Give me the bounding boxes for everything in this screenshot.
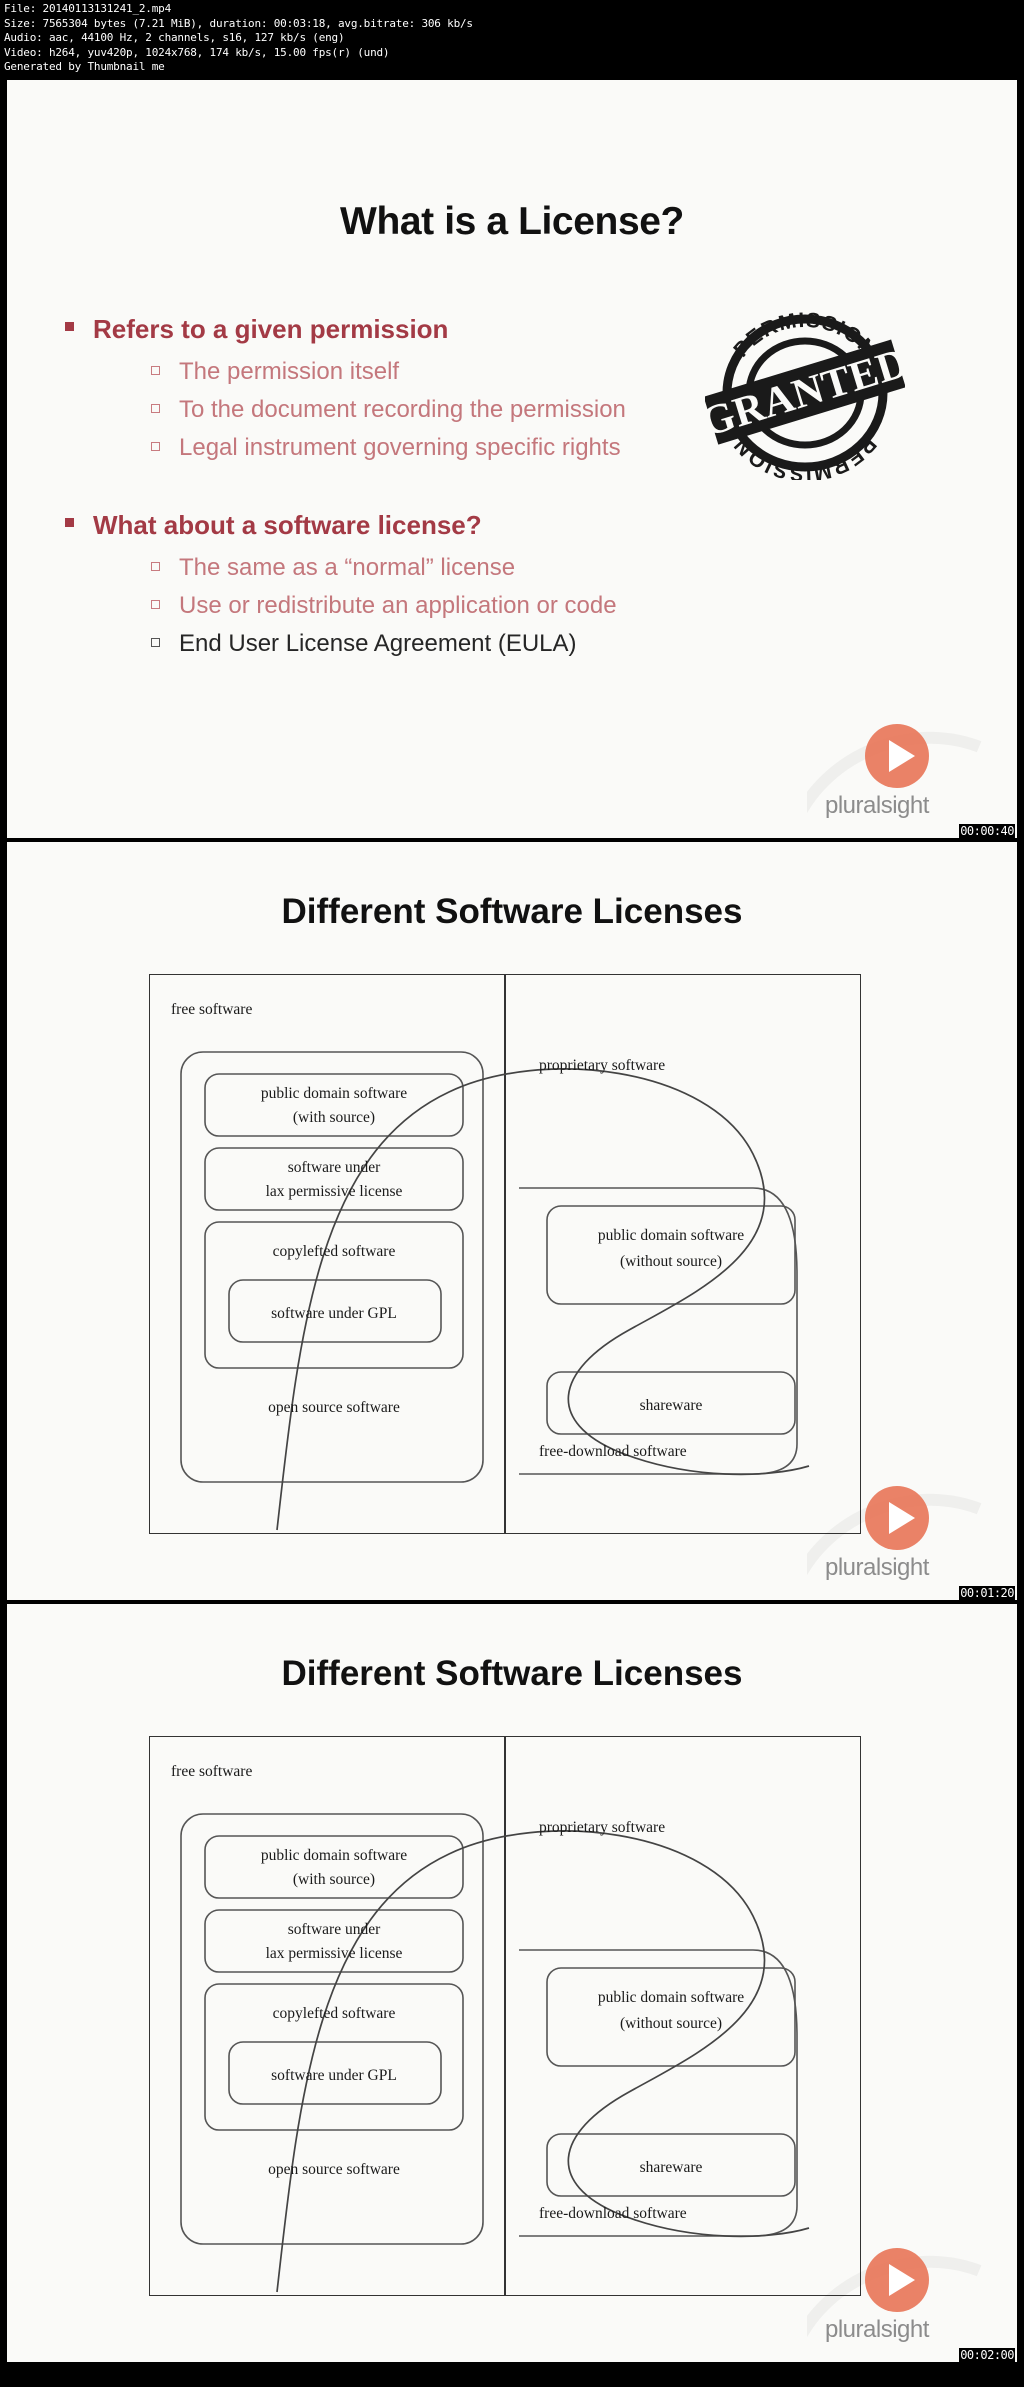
label-public-domain-with-source-line2: (with source) — [293, 1109, 375, 1126]
play-triangle-icon — [889, 1502, 915, 1534]
info-line-generator: Generated by Thumbnail me — [4, 60, 165, 74]
label-public-domain-with-source-line1: public domain software — [261, 1085, 407, 1102]
pluralsight-wordmark: pluralsight — [825, 2316, 929, 2343]
label-public-domain-without-source-line2: (without source) — [620, 1253, 722, 1270]
label-open-source-software: open source software — [268, 2161, 400, 2178]
label-software-under-gpl: software under GPL — [271, 1305, 397, 1322]
play-button-circle-icon — [865, 1486, 929, 1550]
svg-text:PERMISSION: PERMISSION — [729, 432, 880, 480]
sub-bullet-text: Legal instrument governing specific righ… — [179, 434, 621, 461]
info-line-video: Video: h264, yuv420p, 1024x768, 174 kb/s… — [4, 45, 390, 59]
info-line-file: File: 20140113131241_2.mp4 — [4, 2, 171, 15]
stamp-arc-bottom-text: PERMISSION — [729, 432, 879, 480]
label-lax-permissive-line1: software under — [288, 1921, 381, 1938]
label-lax-permissive-line1: software under — [288, 1159, 381, 1176]
sub-bullet-item: Use or redistribute an application or co… — [151, 588, 685, 624]
hollow-square-bullet-icon — [151, 392, 179, 413]
frame-timestamp: 00:02:00 — [959, 2348, 1015, 2362]
pluralsight-watermark: pluralsight — [807, 718, 1017, 838]
bullet-group-spacer — [65, 468, 685, 508]
thumbnail-frame-2[interactable]: Different Software Licenses free softwar… — [7, 842, 1017, 1600]
permission-granted-stamp-icon: PERMISSION PERMISSION GRANTED — [705, 305, 905, 480]
label-free-download-software: free-download software — [539, 1443, 687, 1460]
label-software-under-gpl: software under GPL — [271, 2067, 397, 2084]
sub-bullet-text: Use or redistribute an application or co… — [179, 592, 617, 619]
label-lax-permissive-line2: lax permissive license — [266, 1945, 403, 1962]
bullet-heading-text: What about a software license? — [93, 510, 482, 540]
info-line-audio: Audio: aac, 44100 Hz, 2 channels, s16, 1… — [4, 31, 345, 45]
square-bullet-icon — [65, 312, 93, 331]
label-lax-permissive-line2: lax permissive license — [266, 1183, 403, 1200]
slide1-bullet-list: Refers to a given permission The permiss… — [65, 312, 685, 664]
sub-bullet-item: End User License Agreement (EULA) — [151, 626, 685, 662]
hollow-square-bullet-icon — [151, 430, 179, 451]
play-button-circle-icon — [865, 2248, 929, 2312]
bullet-heading-text: Refers to a given permission — [93, 314, 449, 344]
sub-bullet-item: Legal instrument governing specific righ… — [151, 430, 685, 466]
label-public-domain-without-source-line1: public domain software — [598, 1227, 744, 1244]
sub-bullet-text: End User License Agreement (EULA) — [179, 630, 577, 657]
label-free-software: free software — [171, 1763, 252, 1780]
slide-title: Different Software Licenses — [281, 892, 743, 931]
thumbnail-sheet: What is a License? Refers to a given per… — [0, 80, 1024, 2362]
slide-title: What is a License? — [340, 200, 684, 243]
sub-bullet-text: The same as a “normal” license — [179, 554, 516, 581]
sub-bullet-item: To the document recording the permission — [151, 392, 685, 428]
play-triangle-icon — [889, 2264, 915, 2296]
hollow-square-bullet-icon — [151, 550, 179, 571]
bullet-group-heading: What about a software license? — [65, 508, 685, 542]
label-shareware: shareware — [640, 2159, 703, 2176]
sub-bullet-text: To the document recording the permission — [179, 396, 626, 423]
sub-bullet-item: The same as a “normal” license — [151, 550, 685, 586]
label-free-download-software: free-download software — [539, 2205, 687, 2222]
thumbnail-frame-1[interactable]: What is a License? Refers to a given per… — [7, 80, 1017, 838]
play-triangle-icon — [889, 740, 915, 772]
sub-bullet-list: The same as a “normal” license Use or re… — [151, 550, 685, 662]
label-public-domain-with-source-line2: (with source) — [293, 1871, 375, 1888]
hollow-square-bullet-icon — [151, 588, 179, 609]
label-shareware: shareware — [640, 1397, 703, 1414]
label-public-domain-without-source-line2: (without source) — [620, 2015, 722, 2032]
label-public-domain-without-source-line1: public domain software — [598, 1989, 744, 2006]
software-license-venn-diagram: free software proprietary software publi… — [149, 1736, 861, 2296]
pluralsight-wordmark: pluralsight — [825, 1554, 929, 1581]
info-line-size: Size: 7565304 bytes (7.21 MiB), duration… — [4, 16, 473, 30]
label-open-source-software: open source software — [268, 1399, 400, 1416]
label-copylefted-software: copylefted software — [273, 2005, 396, 2022]
software-license-venn-diagram: free software proprietary software publi… — [149, 974, 861, 1534]
hollow-square-bullet-icon — [151, 626, 179, 647]
sub-bullet-text: The permission itself — [179, 358, 400, 385]
pluralsight-wordmark: pluralsight — [825, 792, 929, 819]
bullet-group-heading: Refers to a given permission — [65, 312, 685, 346]
sub-bullet-item: The permission itself — [151, 354, 685, 390]
label-public-domain-with-source-line1: public domain software — [261, 1847, 407, 1864]
frame-timestamp: 00:01:20 — [959, 1586, 1015, 1600]
label-proprietary-software: proprietary software — [539, 1819, 665, 1836]
label-copylefted-software: copylefted software — [273, 1243, 396, 1260]
sub-bullet-list: The permission itself To the document re… — [151, 354, 685, 466]
video-info-header: File: 20140113131241_2.mp4 Size: 7565304… — [0, 0, 1024, 80]
square-bullet-icon — [65, 508, 93, 527]
label-proprietary-software: proprietary software — [539, 1057, 665, 1074]
thumbnail-frame-3[interactable]: Different Software Licenses free softwar… — [7, 1604, 1017, 2362]
label-free-software: free software — [171, 1001, 252, 1018]
frame-timestamp: 00:00:40 — [959, 824, 1015, 838]
hollow-square-bullet-icon — [151, 354, 179, 375]
slide-title: Different Software Licenses — [281, 1654, 743, 1693]
play-button-circle-icon — [865, 724, 929, 788]
swoosh-icon — [807, 718, 1017, 838]
